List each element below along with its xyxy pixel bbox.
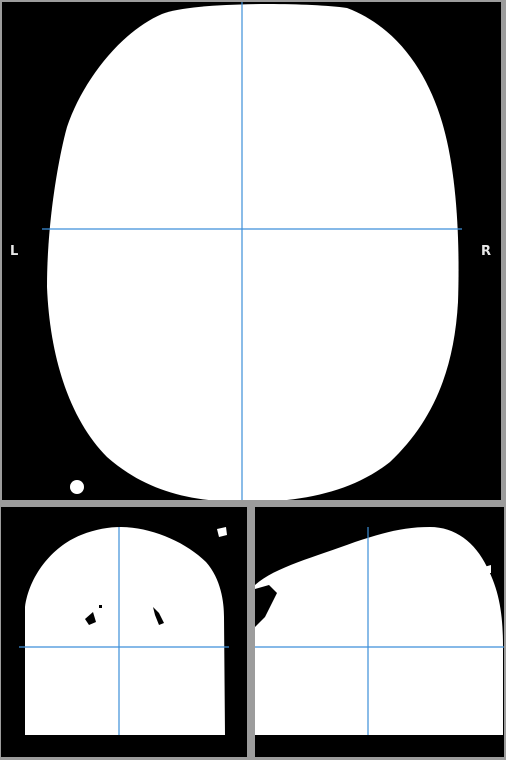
sagittal-brain-mask xyxy=(255,527,503,735)
coronal-artifact-dot xyxy=(99,605,102,608)
orientation-right-label: R xyxy=(481,244,492,259)
sagittal-viewport[interactable] xyxy=(255,507,504,757)
axial-viewport[interactable]: L R xyxy=(2,2,501,500)
coronal-viewport[interactable] xyxy=(1,507,247,757)
axial-small-blob xyxy=(70,480,84,494)
coronal-image xyxy=(19,527,229,735)
coronal-brain-mask xyxy=(25,527,225,735)
axial-image xyxy=(42,2,462,500)
sagittal-image xyxy=(255,527,504,735)
orientation-left-label: L xyxy=(10,244,19,259)
axial-brain-mask xyxy=(47,4,459,500)
coronal-small-blob xyxy=(217,527,227,537)
